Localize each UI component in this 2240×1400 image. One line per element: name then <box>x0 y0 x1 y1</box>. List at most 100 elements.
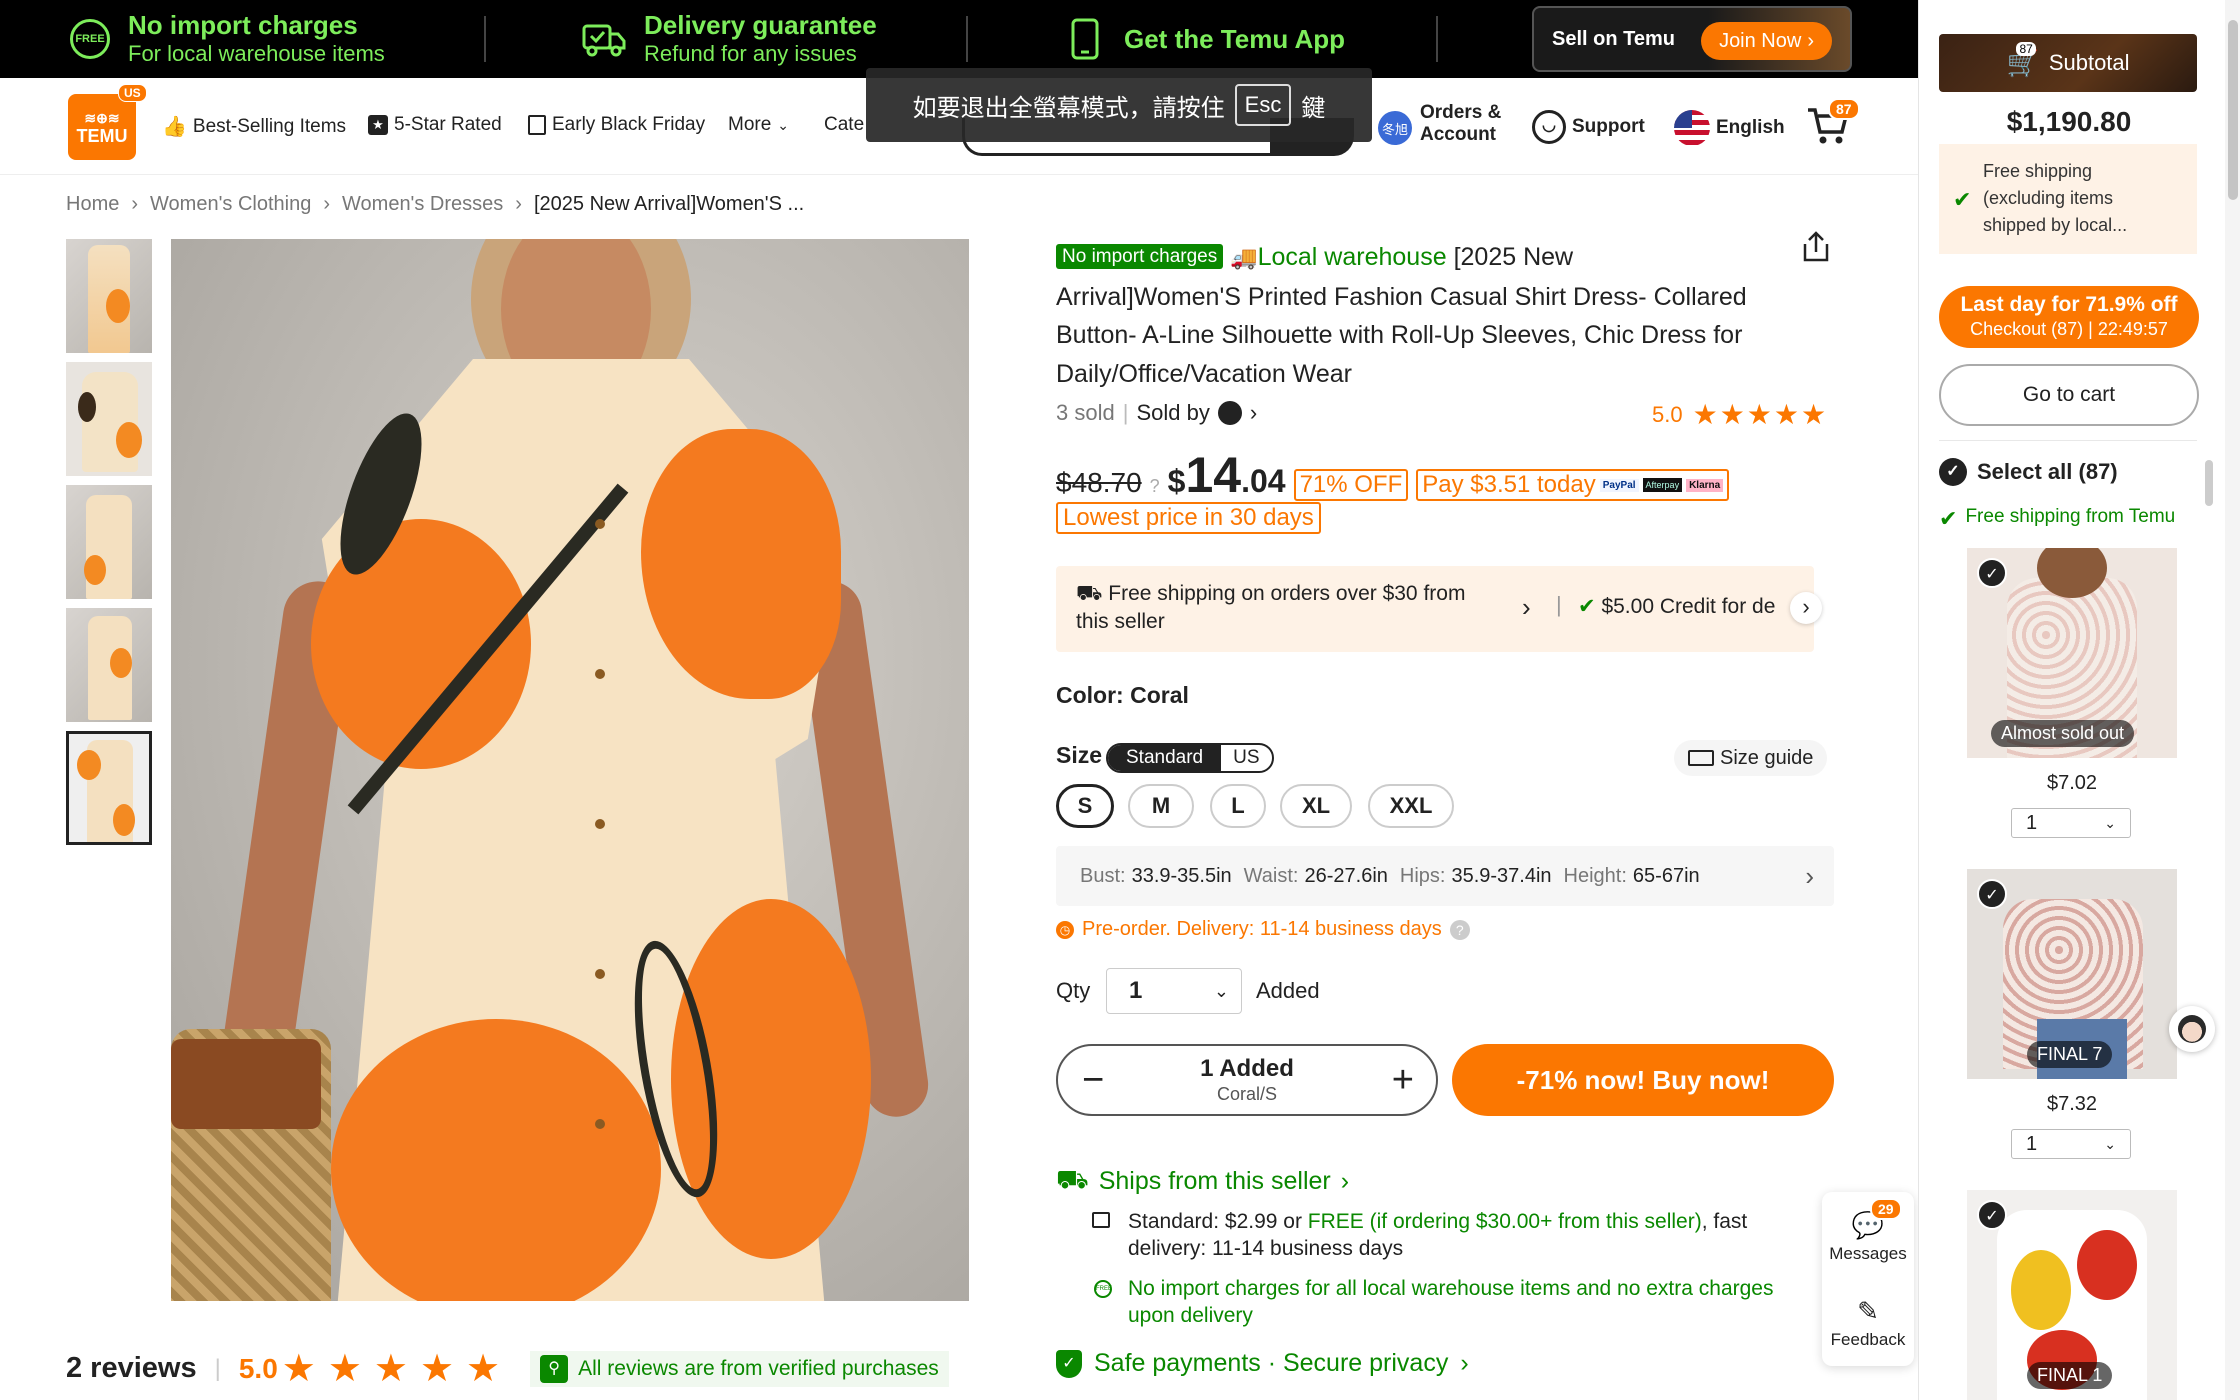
item-qty-select[interactable]: 1 ⌄ <box>2011 808 2131 838</box>
join-now-button[interactable]: Join Now › <box>1701 22 1832 60</box>
seller-logo[interactable] <box>1217 401 1242 425</box>
qty-select[interactable]: 1 ⌄ <box>1106 968 1242 1014</box>
size-option-l[interactable]: L <box>1210 784 1266 828</box>
page-scrollbar-thumb[interactable] <box>2228 20 2238 200</box>
increment-button[interactable]: + <box>1392 1058 1414 1102</box>
chevron-right-icon: › <box>1460 1349 1469 1377</box>
nav-5-star-rated[interactable]: ★ 5-Star Rated <box>368 114 502 136</box>
item-tag: Almost sold out <box>1991 720 2135 747</box>
select-all-checkbox[interactable]: ✓ Select all (87) <box>1939 458 2118 486</box>
orders-account-link[interactable]: Orders & Account <box>1420 102 1501 146</box>
breadcrumb-womens-clothing[interactable]: Women's Clothing <box>150 193 311 216</box>
avatar[interactable]: 冬旭 <box>1378 111 1412 145</box>
product-main-image[interactable] <box>171 239 969 1301</box>
breadcrumb-separator: › <box>515 193 522 215</box>
size-guide-label: Size guide <box>1720 746 1814 769</box>
orders-label: Orders & <box>1420 102 1502 123</box>
size-guide-button[interactable]: Size guide <box>1674 740 1828 776</box>
chevron-right-icon[interactable]: › <box>1522 592 1531 623</box>
cart-item[interactable]: ✓ Almost sold out <box>1967 548 2177 758</box>
nav-more[interactable]: More ⌄ <box>728 114 789 136</box>
chevron-right-icon: › <box>1805 860 1814 891</box>
size-measurements[interactable]: Bust: 33.9-35.5in Waist: 26-27.6in Hips: 35… <box>1056 846 1834 906</box>
cart-count: 87 <box>2016 41 2036 56</box>
feedback-button[interactable]: ✎ Feedback <box>1822 1296 1914 1350</box>
price-decimals: .04 <box>1241 463 1286 499</box>
shipping-fast: , fast <box>1701 1210 1748 1233</box>
product-thumbnail[interactable] <box>66 485 152 599</box>
inner-scrollbar[interactable] <box>2205 460 2213 506</box>
hips-value: 35.9-37.4in <box>1451 864 1552 887</box>
cart-count-badge: 87 <box>1828 98 1860 120</box>
share-icon[interactable] <box>1800 230 1832 264</box>
support-link[interactable]: ◡ Support <box>1532 110 1645 144</box>
chevron-down-icon: ⌄ <box>1213 980 1229 1001</box>
divider <box>484 16 486 62</box>
nav-early-black-friday[interactable]: Early Black Friday <box>528 114 705 136</box>
preorder-text: Pre-order. Delivery: 11-14 business days <box>1082 918 1442 940</box>
banner-get-app[interactable]: Get the Temu App <box>1070 0 1345 78</box>
product-thumbnail[interactable] <box>66 239 152 353</box>
breadcrumb-separator: › <box>323 193 331 215</box>
pay-today-badge[interactable]: Pay $3.51 today PayPal Afterpay Klarna <box>1416 469 1730 501</box>
cart-item[interactable]: ✓ FINAL 7 <box>1967 869 2177 1079</box>
buy-now-button[interactable]: -71% now! Buy now! <box>1452 1044 1834 1116</box>
item-checked-icon[interactable]: ✓ <box>1977 879 2007 909</box>
scroll-right-button[interactable]: › <box>1790 592 1822 624</box>
info-icon[interactable]: ? <box>1150 476 1160 497</box>
shipping-promo-bar[interactable]: ⛟ Free shipping on orders over $30 from … <box>1056 566 1822 652</box>
item-checked-icon[interactable]: ✓ <box>1977 558 2007 588</box>
banner-delivery-guarantee[interactable]: Delivery guarantee Refund for any issues <box>582 0 877 78</box>
checkout-promo-button[interactable]: Last day for 71.9% off Checkout (87) | 2… <box>1939 286 2199 348</box>
ships-from-label: Ships from this seller <box>1098 1167 1331 1195</box>
no-import-text-2: upon delivery <box>1128 1304 1253 1327</box>
language-selector[interactable]: English <box>1674 110 1785 146</box>
product-thumbnail[interactable] <box>66 608 152 722</box>
breadcrumb-separator: › <box>131 193 139 215</box>
chat-avatar-button[interactable] <box>2169 1006 2215 1052</box>
item-qty-value: 1 <box>2026 812 2038 834</box>
divider <box>1436 16 1438 62</box>
subtotal-header[interactable]: 🛒 87 Subtotal <box>1939 34 2197 92</box>
tab-us[interactable]: US <box>1221 745 1271 771</box>
help-icon[interactable]: ? <box>1449 919 1470 940</box>
item-checked-icon[interactable]: ✓ <box>1977 1200 2007 1230</box>
ruler-icon <box>1688 750 1714 766</box>
qty-value: 1 <box>1129 977 1143 1004</box>
chevron-down-icon: ⌄ <box>2104 1136 2116 1152</box>
size-option-xl[interactable]: XL <box>1280 784 1352 828</box>
nav-categories[interactable]: Cate <box>824 114 864 136</box>
size-option-xxl[interactable]: XXL <box>1368 784 1454 828</box>
product-thumbnail[interactable] <box>66 362 152 476</box>
size-system-toggle[interactable]: Standard US <box>1106 743 1274 773</box>
hips-label: Hips: <box>1399 864 1446 887</box>
ships-from-link[interactable]: ⛟ Ships from this seller › <box>1056 1164 1349 1199</box>
product-title-line: [2025 New <box>1453 243 1574 271</box>
breadcrumb-womens-dresses[interactable]: Women's Dresses <box>342 193 503 216</box>
product-thumbnail-selected[interactable] <box>66 731 152 845</box>
sell-on-temu-box[interactable]: Sell on Temu Join Now › <box>1532 6 1852 72</box>
size-option-m[interactable]: M <box>1128 784 1194 828</box>
temu-logo[interactable]: ≋⊕≋ TEMU <box>68 94 136 160</box>
messages-count-badge: 29 <box>1870 1198 1902 1220</box>
color-label: Color: Coral <box>1056 682 1189 708</box>
standard-shipping-info: Standard: $2.99 or FREE (if ordering $30… <box>1092 1208 1824 1262</box>
product-rating[interactable]: 5.0 ★★★★★ <box>1652 398 1828 431</box>
safe-payments-label: Safe payments · Secure privacy <box>1094 1349 1449 1377</box>
size-option-s[interactable]: S <box>1056 784 1114 828</box>
tab-standard[interactable]: Standard <box>1108 745 1222 771</box>
messages-button[interactable]: 💬 Messages <box>1822 1210 1914 1264</box>
breadcrumb-home[interactable]: Home <box>66 193 119 216</box>
banner-no-import[interactable]: FREE No import charges For local warehou… <box>70 0 385 78</box>
feedback-label: Feedback <box>1830 1330 1906 1349</box>
safe-payments-link[interactable]: ✓ Safe payments · Secure privacy › <box>1056 1349 1469 1378</box>
page-scrollbar[interactable] <box>2225 0 2240 1400</box>
discount-badge: 71% OFF <box>1293 469 1409 501</box>
go-to-cart-button[interactable]: Go to cart <box>1939 364 2199 426</box>
nav-label: Early Black Friday <box>552 114 706 135</box>
quantity-stepper[interactable]: − 1 Added Coral/S + <box>1056 1044 1438 1116</box>
item-qty-select[interactable]: 1 ⌄ <box>2011 1129 2131 1159</box>
sold-by-label: Sold by <box>1136 400 1210 425</box>
nav-best-selling[interactable]: 👍 Best-Selling Items <box>162 114 346 139</box>
cart-item[interactable]: ✓ FINAL 1 <box>1967 1190 2177 1400</box>
